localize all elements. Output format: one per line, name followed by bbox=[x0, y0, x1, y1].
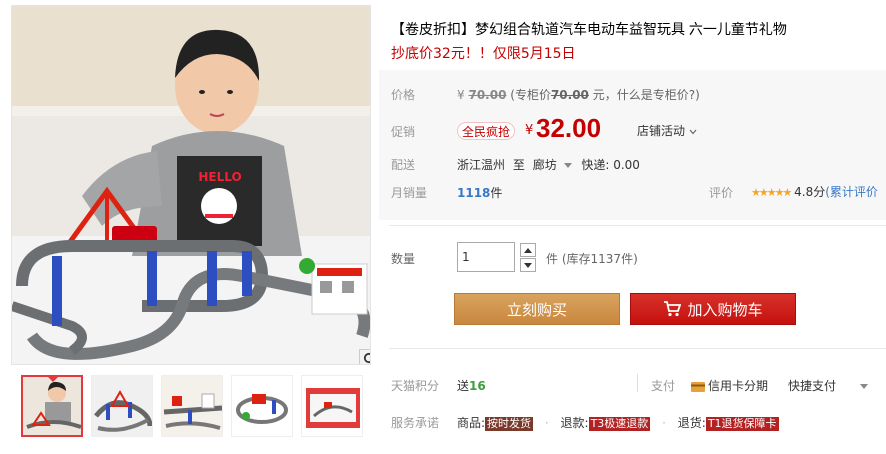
quick-pay-label: 快捷支付 bbox=[788, 379, 837, 393]
thumbnail-5[interactable] bbox=[301, 375, 363, 437]
monthly-sales-row: 1118件 bbox=[457, 184, 502, 201]
cart-icon bbox=[664, 301, 682, 317]
promo-price: 32.00 bbox=[536, 113, 602, 143]
shipping-destination: 廊坊 bbox=[532, 158, 557, 172]
monthly-sales-count: 1118 bbox=[457, 186, 491, 200]
thumbnail-3-image bbox=[162, 376, 222, 436]
tmall-points-give: 送 bbox=[457, 379, 470, 393]
add-to-cart-label: 加入购物车 bbox=[687, 300, 763, 319]
quantity-unit: 件 bbox=[546, 252, 559, 266]
tmall-points-row: 送16 bbox=[457, 377, 486, 394]
quantity-input[interactable] bbox=[457, 242, 515, 272]
service-goods[interactable]: 商品: 按时发货 bbox=[457, 416, 534, 431]
promo-label: 促销 bbox=[391, 125, 416, 139]
counter-price-help-link[interactable]: 什么是专柜价? bbox=[617, 88, 695, 102]
caret-down-icon bbox=[859, 383, 868, 389]
service-promise-label: 服务承诺 bbox=[391, 416, 440, 430]
rating-row: ★★★★★ 4.8分(累计评价 bbox=[751, 183, 878, 200]
svg-text:HELLO: HELLO bbox=[198, 170, 241, 184]
shipping-destination-select[interactable]: 廊坊 bbox=[533, 158, 582, 172]
main-product-image[interactable]: HELLO bbox=[11, 5, 371, 365]
counter-price: 70.00 bbox=[550, 88, 589, 102]
price-label: 价格 bbox=[391, 88, 416, 102]
product-gallery: HELLO bbox=[0, 0, 380, 454]
thumbnail-1-image bbox=[23, 377, 81, 435]
quantity-label: 数量 bbox=[391, 252, 416, 266]
caret-down-icon bbox=[524, 262, 532, 268]
zoom-icon bbox=[363, 352, 370, 364]
shipping-row: 浙江温州 至 廊坊 快递: 0.00 bbox=[457, 156, 640, 173]
promo-currency: ¥ bbox=[525, 123, 534, 138]
divider-bottom bbox=[389, 348, 886, 349]
shipping-fee: 快递: 0.00 bbox=[581, 158, 640, 172]
product-photo-illustration: HELLO bbox=[12, 6, 370, 364]
service-return-prefix: 退货: bbox=[677, 416, 706, 430]
rating-label: 评价 bbox=[709, 186, 734, 200]
service-refund-tag: T3极速退款 bbox=[588, 417, 651, 431]
product-subtitle: 抄底价32元！！仅限5月15日 bbox=[391, 46, 576, 62]
divider-top bbox=[389, 225, 886, 226]
shop-activity-dropdown[interactable]: 店铺活动 bbox=[637, 122, 697, 139]
credit-card-installment[interactable]: 信用卡分期 bbox=[691, 377, 768, 394]
promo-badge: 全民疯抢 bbox=[457, 122, 516, 140]
original-price-currency: ¥ bbox=[457, 88, 465, 102]
rating-score: 4.8分 bbox=[794, 185, 826, 199]
quantity-increase-button[interactable] bbox=[520, 243, 536, 257]
shop-activity-label: 店铺活动 bbox=[637, 124, 686, 138]
thumbnail-2[interactable] bbox=[91, 375, 153, 437]
service-refund-prefix: 退款: bbox=[560, 416, 589, 430]
thumbnail-5-image bbox=[302, 376, 362, 436]
cumulative-reviews-link[interactable]: (累计评价 bbox=[825, 185, 878, 199]
tmall-points-label: 天猫积分 bbox=[391, 379, 440, 393]
service-promise-row: 商品: 按时发货 · 退款: T3极速退款 · 退货: T1退货保障卡 bbox=[457, 416, 779, 431]
rating-stars: ★★★★★ bbox=[751, 186, 792, 199]
thumbnail-1[interactable] bbox=[21, 375, 83, 437]
thumbnail-4[interactable] bbox=[231, 375, 293, 437]
zoom-button[interactable] bbox=[359, 349, 370, 364]
counter-price-close: ) bbox=[695, 88, 700, 102]
product-detail: 【卷皮折扣】梦幻组合轨道汽车电动车益智玩具 六一儿童节礼物 抄底价32元！！仅限… bbox=[379, 0, 886, 454]
thumbnail-4-image bbox=[232, 376, 292, 436]
shipping-from: 浙江温州 bbox=[457, 158, 506, 172]
payment-label: 支付 bbox=[651, 379, 676, 393]
quantity-decrease-button[interactable] bbox=[520, 258, 536, 272]
thumbnail-3[interactable] bbox=[161, 375, 223, 437]
product-title: 【卷皮折扣】梦幻组合轨道汽车电动车益智玩具 六一儿童节礼物 bbox=[391, 21, 787, 37]
credit-card-icon bbox=[691, 381, 705, 392]
service-goods-prefix: 商品: bbox=[457, 416, 486, 430]
counter-price-prefix: (专柜价 bbox=[510, 88, 551, 102]
price-panel: 价格 ¥ 70.00 (专柜价70.00 元，什么是专柜价?) 促销 全民疯抢 … bbox=[379, 70, 886, 220]
service-return[interactable]: 退货: T1退货保障卡 bbox=[677, 416, 779, 431]
add-to-cart-button[interactable]: 加入购物车 bbox=[630, 293, 796, 325]
tmall-points-value: 16 bbox=[469, 379, 486, 393]
service-refund[interactable]: 退款: T3极速退款 bbox=[560, 416, 651, 431]
counter-price-suffix: 元， bbox=[592, 88, 617, 102]
stock-info: 件 (库存1137件) bbox=[546, 250, 638, 267]
monthly-sales-label: 月销量 bbox=[391, 186, 428, 200]
payment-divider bbox=[637, 374, 638, 392]
caret-up-icon bbox=[524, 247, 532, 253]
chevron-down-icon bbox=[689, 129, 697, 134]
service-return-tag: T1退货保障卡 bbox=[705, 417, 779, 431]
shipping-to-word: 至 bbox=[512, 158, 525, 172]
thumbnail-2-image bbox=[92, 376, 152, 436]
buy-now-button[interactable]: 立刻购买 bbox=[454, 293, 620, 325]
credit-card-installment-label: 信用卡分期 bbox=[708, 379, 769, 393]
thumbnail-strip bbox=[21, 375, 371, 439]
stock-count: (库存1137件) bbox=[561, 252, 638, 266]
caret-down-icon bbox=[563, 162, 572, 168]
shipping-label: 配送 bbox=[391, 158, 416, 172]
monthly-sales-unit: 件 bbox=[490, 186, 503, 200]
service-goods-tag: 按时发货 bbox=[485, 417, 534, 431]
original-price-row: ¥ 70.00 (专柜价70.00 元，什么是专柜价?) bbox=[457, 86, 700, 103]
quick-pay-dropdown[interactable]: 快捷支付 bbox=[788, 377, 868, 394]
original-price: 70.00 bbox=[468, 88, 507, 102]
